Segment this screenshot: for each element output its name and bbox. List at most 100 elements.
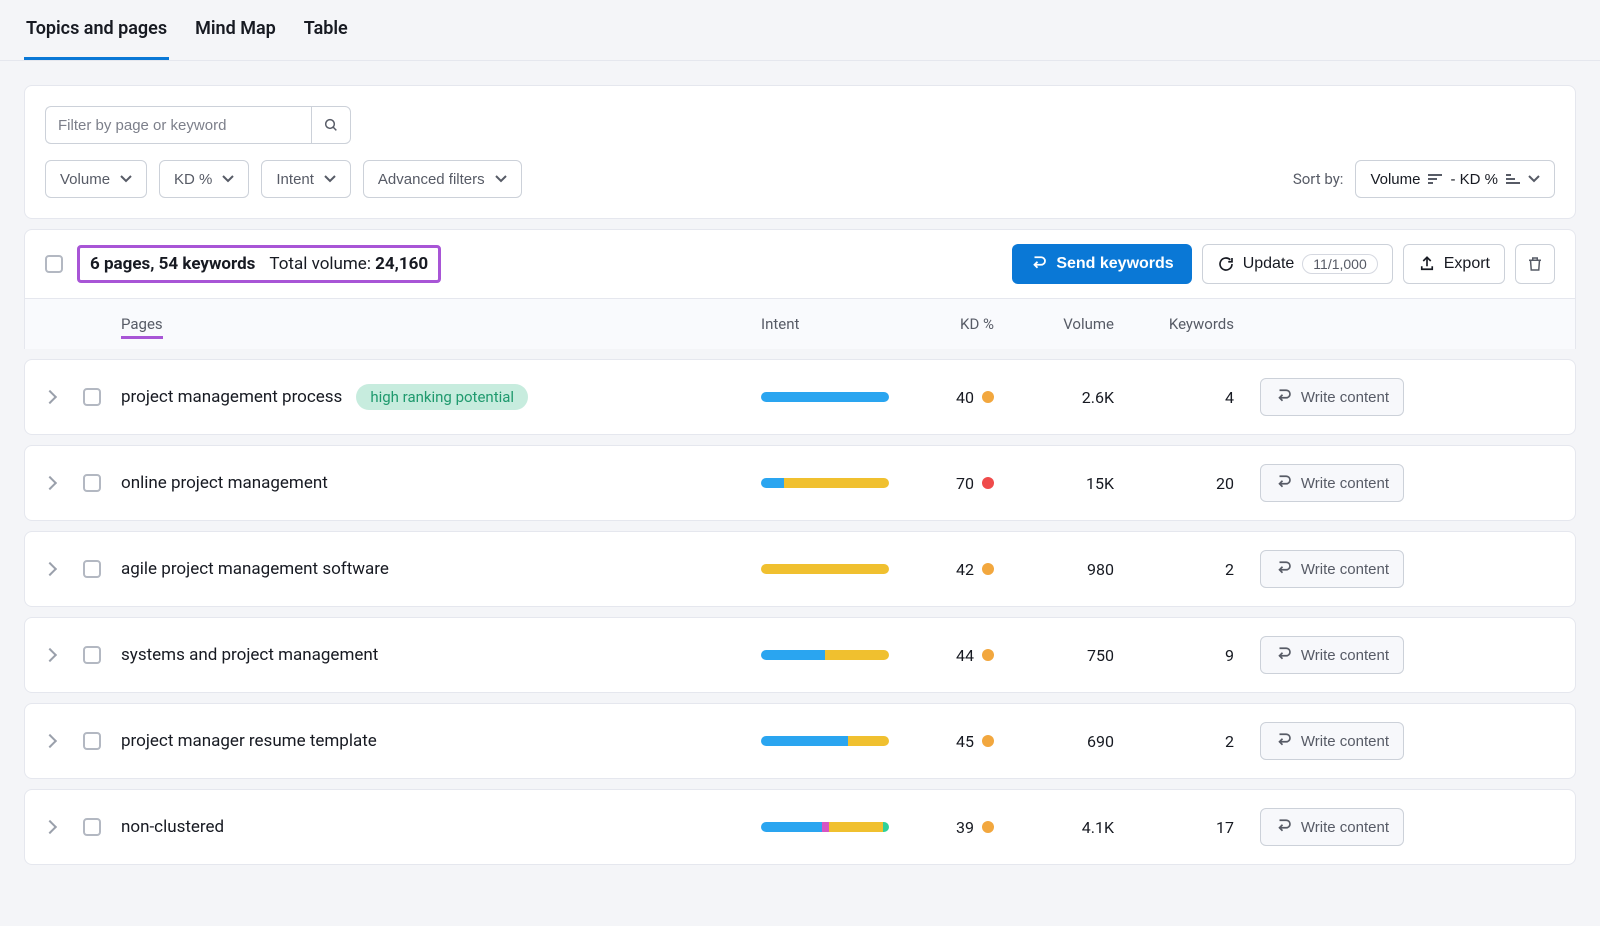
page-name[interactable]: project management process	[121, 387, 342, 407]
col-intent[interactable]: Intent	[761, 315, 906, 333]
col-kd[interactable]: KD %	[906, 315, 1006, 333]
sort-desc-icon	[1428, 173, 1442, 185]
search-button[interactable]	[311, 106, 351, 144]
kd-value: 40	[956, 388, 974, 407]
expand-toggle[interactable]	[45, 736, 83, 746]
tab-topics-and-pages[interactable]: Topics and pages	[24, 0, 169, 60]
page-name[interactable]: online project management	[121, 473, 328, 493]
kd-dot	[982, 391, 994, 403]
filter-intent[interactable]: Intent	[261, 160, 351, 198]
write-icon	[1275, 732, 1293, 750]
write-icon	[1275, 388, 1293, 406]
volume-value: 4.1K	[1006, 818, 1114, 837]
kd-value: 70	[956, 474, 974, 493]
select-all-checkbox[interactable]	[45, 255, 63, 273]
page-name[interactable]: systems and project management	[121, 645, 378, 665]
write-content-button[interactable]: Write content	[1260, 808, 1404, 846]
filter-kd-label: KD %	[174, 171, 212, 188]
row-checkbox[interactable]	[83, 560, 101, 578]
row-checkbox[interactable]	[83, 646, 101, 664]
intent-bar	[761, 392, 889, 402]
update-label: Update	[1243, 255, 1295, 273]
volume-value: 690	[1006, 732, 1114, 751]
chevron-right-icon	[43, 820, 57, 834]
intent-bar	[761, 650, 889, 660]
page-name[interactable]: project manager resume template	[121, 731, 377, 751]
high-ranking-tag: high ranking potential	[356, 384, 528, 410]
row-checkbox[interactable]	[83, 388, 101, 406]
write-content-button[interactable]: Write content	[1260, 636, 1404, 674]
write-label: Write content	[1301, 647, 1389, 664]
filter-volume[interactable]: Volume	[45, 160, 147, 198]
expand-toggle[interactable]	[45, 478, 83, 488]
expand-toggle[interactable]	[45, 392, 83, 402]
chevron-down-icon	[120, 175, 132, 183]
page-name[interactable]: non-clustered	[121, 817, 224, 837]
table-row: systems and project management447509Writ…	[24, 617, 1576, 693]
chevron-right-icon	[43, 648, 57, 662]
write-content-button[interactable]: Write content	[1260, 550, 1404, 588]
kd-dot	[982, 821, 994, 833]
kd-dot	[982, 563, 994, 575]
search-input[interactable]	[45, 106, 311, 144]
sort-select[interactable]: Volume - KD %	[1355, 160, 1555, 198]
keywords-value: 9	[1114, 646, 1234, 665]
kd-dot	[982, 477, 994, 489]
keywords-value: 4	[1114, 388, 1234, 407]
kd-value: 45	[956, 732, 974, 751]
chevron-down-icon	[495, 175, 507, 183]
filter-advanced[interactable]: Advanced filters	[363, 160, 522, 198]
write-content-button[interactable]: Write content	[1260, 464, 1404, 502]
send-label: Send keywords	[1056, 255, 1173, 273]
write-content-button[interactable]: Write content	[1260, 722, 1404, 760]
intent-bar	[761, 564, 889, 574]
send-keywords-button[interactable]: Send keywords	[1012, 244, 1191, 284]
summary-highlight: 6 pages, 54 keywords Total volume: 24,16…	[77, 245, 441, 283]
export-button[interactable]: Export	[1403, 244, 1505, 284]
write-icon	[1275, 474, 1293, 492]
tab-mind-map[interactable]: Mind Map	[193, 0, 278, 60]
keywords-value: 2	[1114, 560, 1234, 579]
sort-value-a: Volume	[1370, 171, 1420, 188]
write-label: Write content	[1301, 819, 1389, 836]
filter-panel: Volume KD % Intent Advanced filters Sort…	[24, 85, 1576, 219]
write-icon	[1275, 646, 1293, 664]
expand-toggle[interactable]	[45, 564, 83, 574]
update-button[interactable]: Update 11/1,000	[1202, 244, 1393, 284]
filter-kd[interactable]: KD %	[159, 160, 249, 198]
chevron-down-icon	[1528, 175, 1540, 183]
delete-button[interactable]	[1515, 244, 1555, 284]
export-icon	[1418, 255, 1436, 273]
intent-bar	[761, 478, 889, 488]
expand-toggle[interactable]	[45, 822, 83, 832]
sort-value-b: - KD %	[1450, 171, 1498, 188]
volume-value: 2.6K	[1006, 388, 1114, 407]
row-checkbox[interactable]	[83, 818, 101, 836]
write-icon	[1275, 818, 1293, 836]
filter-volume-label: Volume	[60, 171, 110, 188]
sort-label: Sort by:	[1293, 170, 1344, 188]
write-content-button[interactable]: Write content	[1260, 378, 1404, 416]
col-keywords[interactable]: Keywords	[1114, 315, 1234, 333]
write-label: Write content	[1301, 475, 1389, 492]
table-row: online project management7015K20Write co…	[24, 445, 1576, 521]
send-icon	[1030, 255, 1048, 273]
kd-dot	[982, 735, 994, 747]
tab-table[interactable]: Table	[302, 0, 350, 60]
row-checkbox[interactable]	[83, 732, 101, 750]
volume-value: 15K	[1006, 474, 1114, 493]
write-label: Write content	[1301, 389, 1389, 406]
expand-toggle[interactable]	[45, 650, 83, 660]
trash-icon	[1526, 255, 1544, 273]
page-name[interactable]: agile project management software	[121, 559, 389, 579]
write-label: Write content	[1301, 561, 1389, 578]
col-volume[interactable]: Volume	[1006, 315, 1114, 333]
col-pages[interactable]: Pages	[121, 315, 761, 333]
keywords-value: 2	[1114, 732, 1234, 751]
chevron-right-icon	[43, 562, 57, 576]
chevron-right-icon	[43, 390, 57, 404]
row-checkbox[interactable]	[83, 474, 101, 492]
kd-value: 42	[956, 560, 974, 579]
kd-dot	[982, 649, 994, 661]
intent-bar	[761, 736, 889, 746]
